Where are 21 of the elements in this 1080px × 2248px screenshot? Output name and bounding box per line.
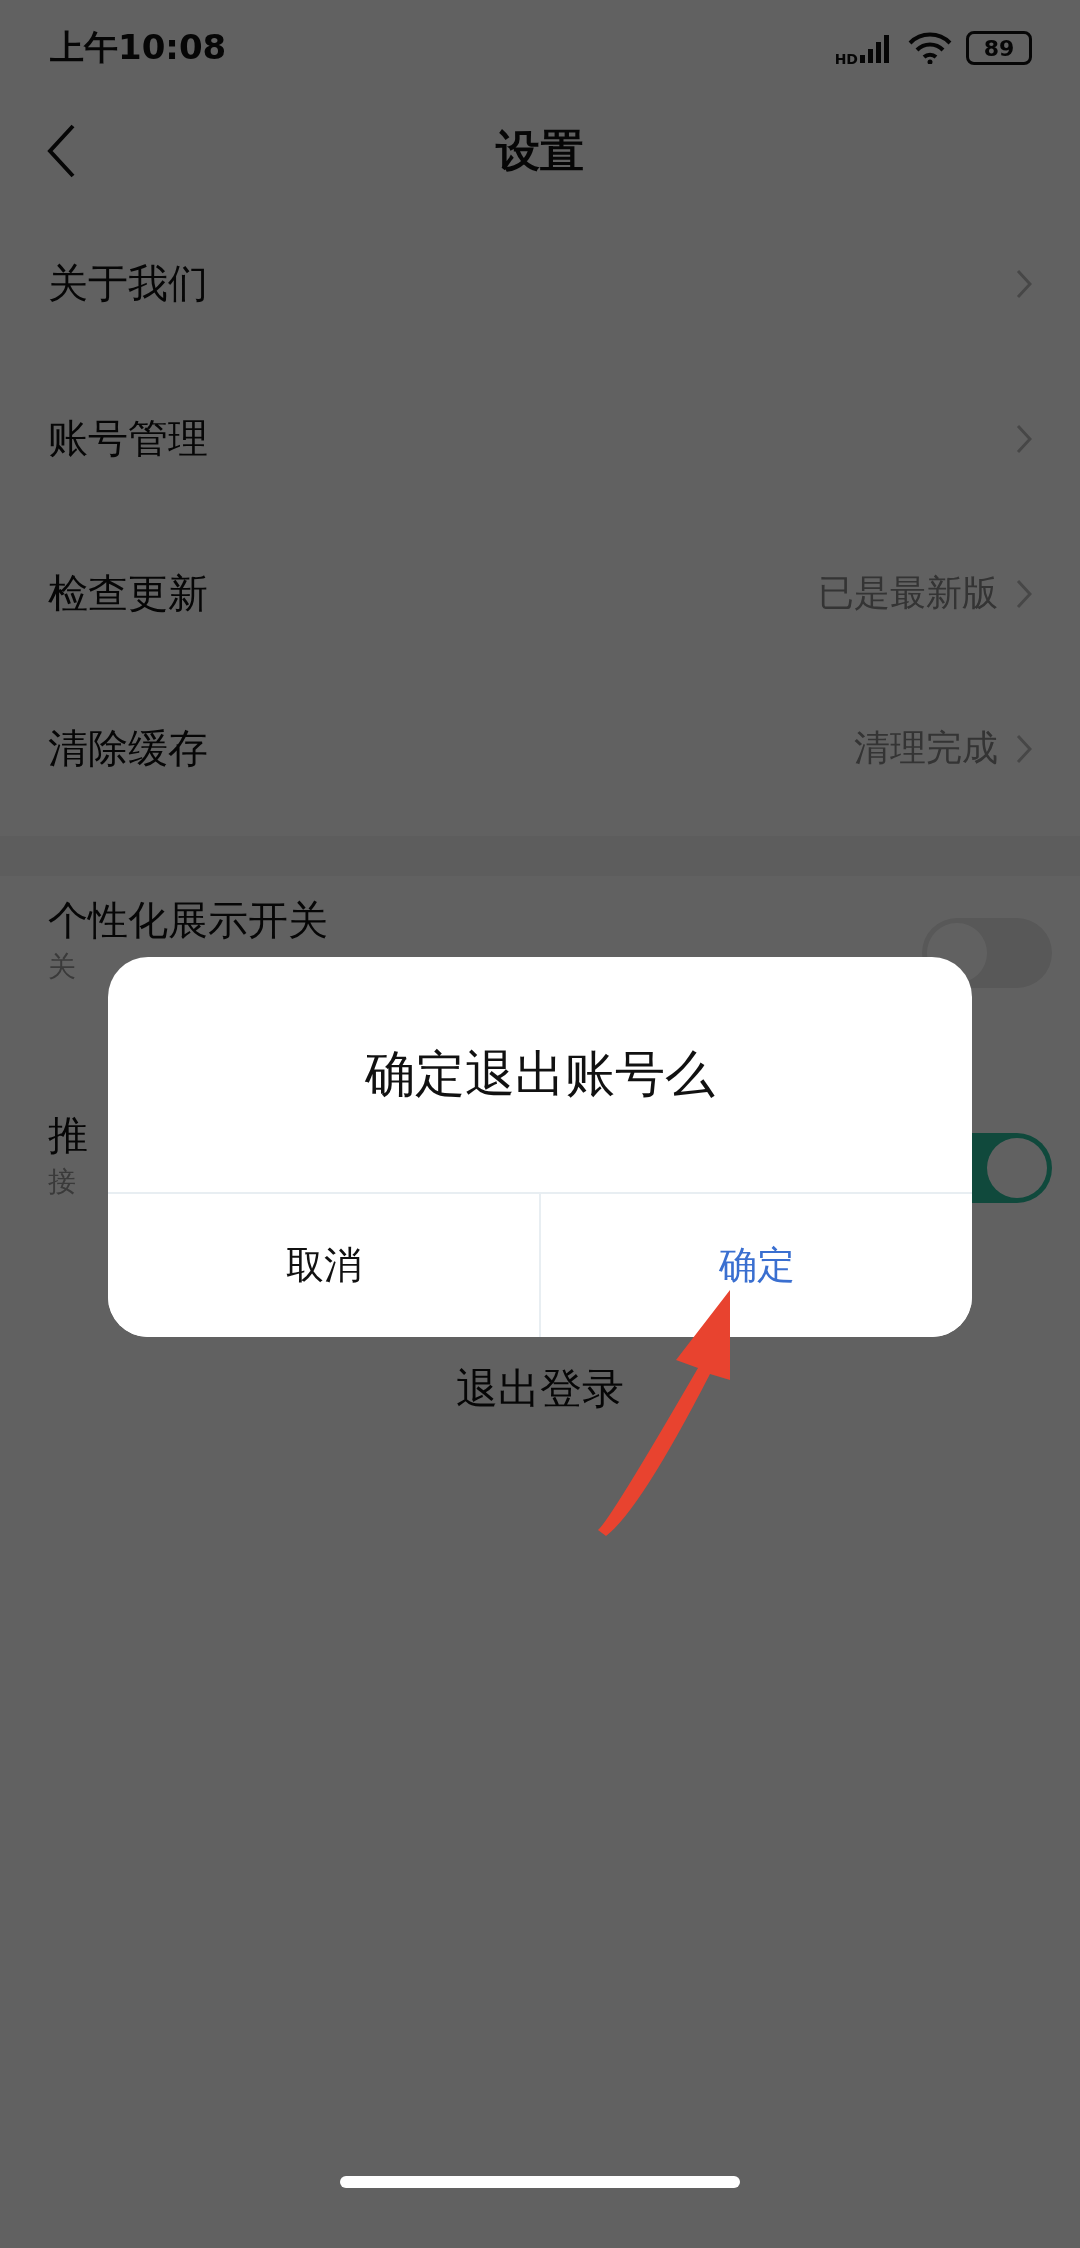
page-title: 设置	[496, 123, 584, 178]
back-icon[interactable]	[46, 124, 76, 178]
battery-icon: 89	[966, 31, 1032, 65]
chevron-icon	[1016, 268, 1032, 299]
status-time: 上午10:08	[50, 26, 227, 69]
row-label: 清除缓存	[48, 724, 208, 773]
confirm-button[interactable]: 确定	[539, 1194, 972, 1337]
chevron-icon	[1016, 578, 1032, 609]
dialog-title: 确定退出账号么	[364, 1044, 716, 1105]
row-label: 账号管理	[48, 414, 208, 463]
wifi-icon	[908, 32, 952, 64]
row-label: 推	[48, 1113, 88, 1157]
settings-row[interactable]: 账号管理	[48, 361, 1032, 516]
row-label: 关于我们	[48, 259, 208, 308]
row-label: 检查更新	[48, 569, 208, 618]
network-label: HD	[834, 51, 858, 67]
logout-button[interactable]: 退出登录	[456, 1361, 624, 1417]
row-label: 个性化展示开关	[48, 898, 328, 942]
chevron-icon	[1016, 423, 1032, 454]
settings-row[interactable]: 关于我们	[48, 206, 1032, 361]
chevron-icon	[1016, 733, 1032, 764]
